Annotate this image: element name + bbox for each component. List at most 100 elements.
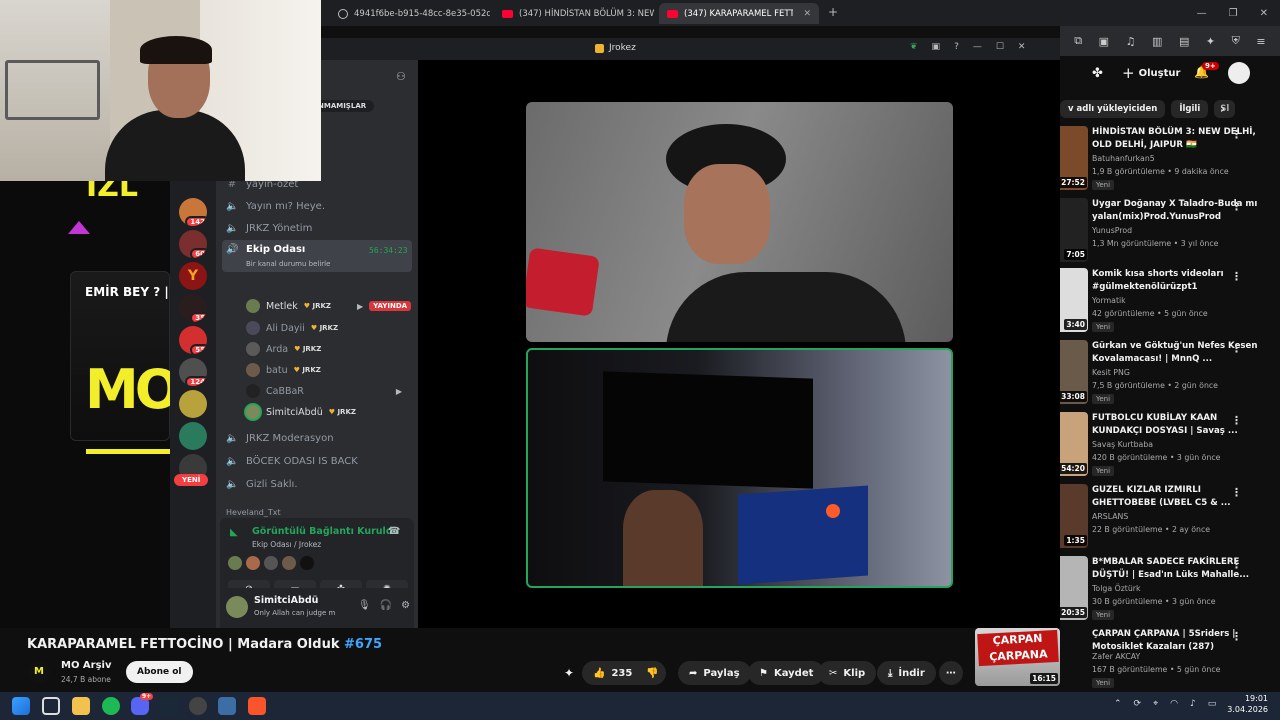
clock-date[interactable]: 3.04.2026 — [1226, 705, 1268, 714]
more-options-icon[interactable]: ⋮ — [1231, 128, 1242, 141]
close-tab-icon[interactable]: ✕ — [803, 9, 811, 19]
channel-name[interactable]: Zafer AKCAY — [1092, 652, 1140, 661]
video-thumbnail[interactable]: 20:35 — [1060, 556, 1088, 620]
menu-icon[interactable]: ≡ — [1256, 35, 1265, 48]
voice-member[interactable]: ArdaJRKZ — [246, 342, 321, 356]
channel-yayin-mi[interactable]: 🔈 Yayın mı? Heye. — [226, 201, 325, 212]
voice-location[interactable]: Ekip Odası / Jrokez — [252, 540, 321, 549]
browser-tab-active[interactable]: (347) KARAPARAMEL FETTOCİNO ✕ — [659, 3, 819, 24]
browser-tab[interactable]: 4941f6be-b915-48cc-8e35-052d05d — [330, 3, 490, 24]
inbox-icon[interactable]: ▣ — [932, 42, 941, 52]
minimize-icon[interactable]: — — [1197, 8, 1207, 19]
recommended-video[interactable]: 27:52 HİNDİSTAN BÖLÜM 3: NEW DELHİ, OLD D… — [1060, 126, 1280, 194]
brave-icon[interactable] — [248, 697, 266, 715]
sparkle-icon[interactable]: ✦ — [1206, 35, 1215, 48]
disconnect-icon[interactable]: ☎ — [388, 526, 400, 537]
maximize-icon[interactable]: ☐ — [996, 42, 1004, 52]
user-avatar[interactable] — [226, 596, 248, 618]
chevron-up-icon[interactable]: ⌃ — [1114, 699, 1122, 709]
app-icon[interactable] — [189, 697, 207, 715]
more-options-icon[interactable]: ⋮ — [1231, 414, 1242, 427]
recommended-video[interactable]: 3:40 Komik kısa shorts videoları #gülmekt… — [1060, 268, 1280, 336]
server-icon[interactable]: 142 — [179, 198, 207, 226]
sidebar-icon[interactable]: ▥ — [1152, 35, 1162, 48]
like-button[interactable]: 👍 235 — [582, 661, 644, 685]
battery-icon[interactable]: ▭ — [1208, 699, 1217, 709]
channel-name[interactable]: MO Arşiv — [61, 660, 112, 671]
dislike-button[interactable]: 👎 — [638, 661, 667, 685]
channel-name[interactable]: Savaş Kurtbaba — [1092, 440, 1153, 449]
spotify-icon[interactable] — [102, 697, 120, 715]
maximize-icon[interactable]: ❐ — [1229, 8, 1238, 19]
recommended-video[interactable]: 20:35 B*MBALAR SADECE FAKİRLERE DÜŞTÜ! | … — [1060, 556, 1280, 624]
avatar[interactable] — [282, 556, 296, 570]
voice-status[interactable]: Görüntülü Bağlantı Kuruldu — [252, 526, 399, 537]
voice-member[interactable]: SimitciAbdüJRKZ — [246, 405, 356, 419]
channel-name[interactable]: Tolga Öztürk — [1092, 584, 1141, 593]
microphone-icon[interactable]: 🎙 — [358, 600, 371, 611]
channel-ekip-selected[interactable]: 🔊 Ekip Odası 56:34:23 Bir kanal durumu b… — [222, 240, 412, 272]
video-thumbnail[interactable]: 54:20 — [1060, 412, 1088, 476]
sync-icon[interactable]: ⟳ — [1134, 699, 1142, 709]
headphones-icon[interactable]: 🎧 — [380, 600, 392, 611]
more-options-icon[interactable]: ⋮ — [1231, 558, 1242, 571]
leaf-icon[interactable]: ❦ — [910, 42, 918, 52]
create-button[interactable]: + Oluştur — [1122, 64, 1180, 82]
share-button[interactable]: ➦ Paylaş — [678, 661, 751, 685]
recommended-video[interactable]: 7:05 Uygar Doğanay X Taladro-Buda mı yala… — [1060, 198, 1280, 266]
browser-tab[interactable]: (347) HİNDİSTAN BÖLÜM 3: NEW DE — [494, 3, 654, 24]
chevron-right-icon[interactable]: › — [1220, 102, 1225, 117]
tab-search-icon[interactable]: ▣ — [1099, 35, 1109, 48]
avatar[interactable] — [246, 556, 260, 570]
help-icon[interactable]: ? — [954, 42, 959, 52]
settings-icon[interactable]: ⚙ — [401, 600, 410, 611]
server-icon[interactable] — [179, 390, 207, 418]
wallet-icon[interactable]: ▤ — [1179, 35, 1189, 48]
minimize-icon[interactable]: — — [973, 42, 982, 52]
channel-moderasyon[interactable]: 🔈 JRKZ Moderasyon — [226, 433, 334, 444]
server-icon[interactable]: 55 — [179, 326, 207, 354]
more-options-icon[interactable]: ⋮ — [1231, 200, 1242, 213]
voice-member[interactable]: CaBBaR ▶ — [246, 384, 402, 398]
avatar[interactable] — [264, 556, 278, 570]
channel-name[interactable]: Kesit PNG — [1092, 368, 1130, 377]
more-options-icon[interactable]: ⋮ — [1231, 270, 1242, 283]
video-thumbnail[interactable]: 1:35 — [1060, 484, 1088, 548]
music-icon[interactable]: ♫ — [1126, 35, 1136, 48]
channel-status[interactable]: Bir kanal durumu belirle — [246, 260, 330, 268]
create-icon[interactable]: ✤ — [1092, 66, 1103, 81]
start-icon[interactable] — [12, 697, 30, 715]
new-tab-button[interactable]: + — [828, 5, 838, 19]
task-view-icon[interactable] — [42, 697, 60, 715]
server-icon[interactable] — [179, 422, 207, 450]
avatar[interactable] — [228, 556, 242, 570]
clip-button[interactable]: ✂ Klip — [818, 661, 877, 685]
recommended-video[interactable]: 54:20 FUTBOLCU KUBİLAY KAAN KUNDAKÇI DOSY… — [1060, 412, 1280, 480]
close-window-icon[interactable]: ✕ — [1260, 8, 1268, 19]
volume-icon[interactable]: ♪ — [1190, 699, 1196, 709]
channel-name[interactable]: YunusProd — [1092, 226, 1132, 235]
channel-avatar[interactable]: M — [28, 661, 50, 683]
app-icon[interactable] — [218, 697, 236, 715]
location-icon[interactable]: ⌖ — [1153, 699, 1158, 709]
voice-member[interactable]: batuJRKZ — [246, 363, 321, 377]
more-options-icon[interactable]: ⋮ — [1231, 342, 1242, 355]
save-button[interactable]: ⚑ Kaydet — [748, 661, 825, 685]
video-thumbnail[interactable]: 27:52 — [1060, 126, 1088, 190]
more-options-icon[interactable]: ⋮ — [1231, 630, 1242, 643]
channel-name[interactable]: ARSLANS — [1092, 512, 1128, 521]
clock-time[interactable]: 19:01 — [1232, 694, 1268, 703]
recommended-video[interactable]: 1:35 GUZEL KIZLAR IZMIRLI GHETTOBEBE (LVB… — [1060, 484, 1280, 552]
server-icon[interactable]: 35 — [179, 294, 207, 322]
more-options-icon[interactable]: ⋮ — [1231, 486, 1242, 499]
more-actions-button[interactable]: ⋯ — [939, 661, 963, 685]
video-thumbnail[interactable]: 3:40 — [1060, 268, 1088, 332]
wifi-icon[interactable]: ◠ — [1170, 699, 1178, 709]
channel-gizli[interactable]: 🔈 Gizli Saklı. — [226, 479, 298, 490]
download-button[interactable]: ⤓ İndir — [877, 661, 936, 685]
video-thumbnail[interactable]: 7:05 — [1060, 198, 1088, 262]
channel-name[interactable]: Yormatik — [1092, 296, 1126, 305]
chip[interactable]: İlgili — [1171, 100, 1209, 118]
channel-bocek[interactable]: 🔈 BÖCEK ODASI IS BACK — [226, 456, 358, 467]
hashtag-link[interactable]: #675 — [344, 637, 382, 652]
